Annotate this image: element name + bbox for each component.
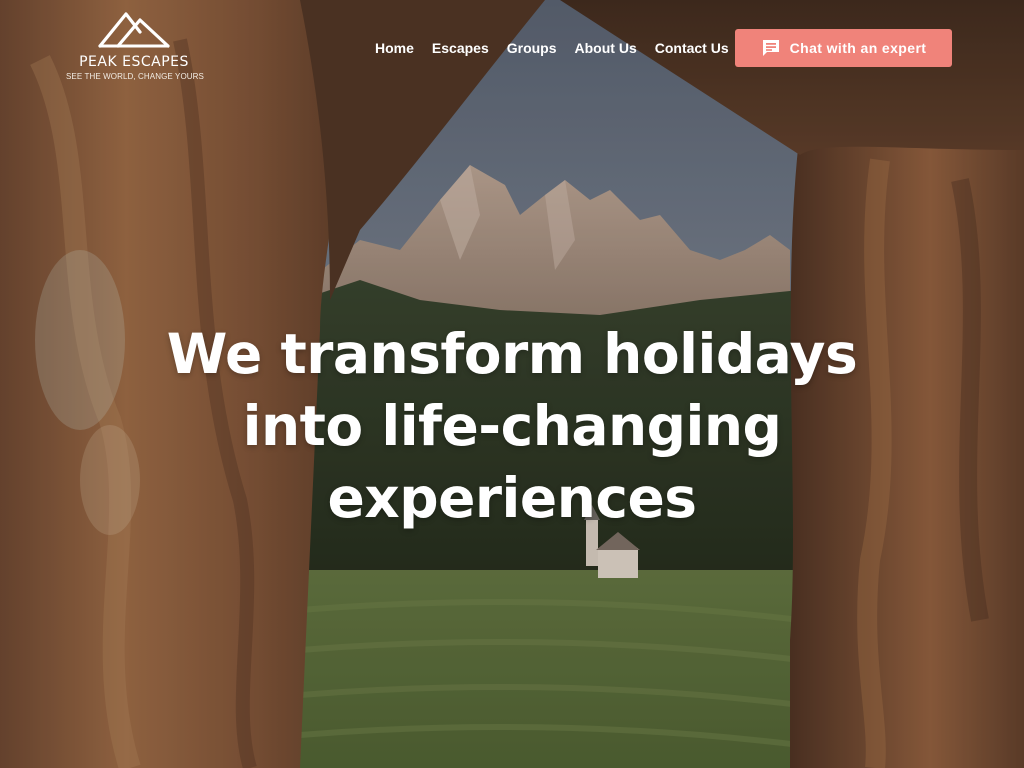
hero-section: PEAK ESCAPES SEE THE WORLD, CHANGE YOURS… — [0, 0, 1024, 768]
mountain-peaks-logo-icon — [98, 12, 170, 48]
nav-home-link[interactable]: Home — [366, 40, 423, 56]
nav-contact-us-link[interactable]: Contact Us — [646, 40, 738, 56]
site-logo[interactable]: PEAK ESCAPES SEE THE WORLD, CHANGE YOURS — [66, 6, 204, 90]
hero-headline-line-3: experiences — [327, 466, 697, 530]
site-header: PEAK ESCAPES SEE THE WORLD, CHANGE YOURS… — [0, 0, 1024, 100]
main-nav: Home Escapes Groups About Us Contact Us — [366, 36, 738, 60]
brand-tagline: SEE THE WORLD, CHANGE YOURS — [66, 72, 204, 81]
brand-name: PEAK ESCAPES — [79, 54, 189, 70]
nav-escapes-link[interactable]: Escapes — [423, 40, 498, 56]
chat-with-expert-button[interactable]: Chat with an expert — [735, 29, 952, 67]
nav-about-us-link[interactable]: About Us — [566, 40, 646, 56]
chat-bubble-icon — [761, 38, 781, 58]
hero-headline-line-2: into life-changing — [242, 394, 782, 458]
hero-headline: We transform holidays into life-changing… — [112, 318, 912, 534]
nav-groups-link[interactable]: Groups — [498, 40, 566, 56]
chat-button-label: Chat with an expert — [789, 40, 927, 56]
hero-headline-line-1: We transform holidays — [166, 322, 858, 386]
